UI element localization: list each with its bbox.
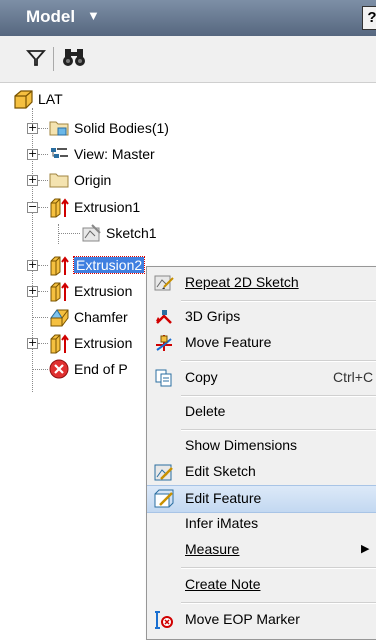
menu-separator	[181, 395, 376, 397]
context-menu: Repeat 2D Sketch 3D Grips Move Feature C…	[146, 266, 376, 640]
help-button[interactable]: ?	[362, 6, 376, 30]
extrusion-icon	[50, 198, 69, 218]
tree-connector	[38, 265, 48, 266]
tree-item-label-selected: Extrusion2	[72, 256, 146, 274]
tree-root[interactable]: LAT	[12, 88, 63, 110]
tree-connector	[38, 291, 48, 292]
view-rep-icon	[51, 148, 68, 158]
menu-item-label: Edit Feature	[185, 490, 262, 506]
menu-item-label: Repeat 2D Sketch	[185, 274, 299, 290]
browser-toolbar	[0, 36, 376, 83]
expand-toggle[interactable]: +	[27, 174, 38, 186]
tree-root-label: LAT	[38, 91, 63, 107]
tree-connector	[38, 154, 48, 155]
menu-separator	[181, 567, 376, 569]
menu-item-repeat-2d-sketch[interactable]: Repeat 2D Sketch	[147, 270, 376, 296]
tree-connector	[38, 207, 48, 208]
browser-header: Model ▼ ?	[0, 0, 376, 36]
menu-separator	[181, 602, 376, 604]
menu-item-label: Show Dimensions	[185, 437, 298, 453]
menu-item-label: Copy	[185, 369, 218, 385]
tree-item-label: End of P	[74, 361, 128, 377]
menu-item-edit-feature[interactable]: Edit Feature	[147, 485, 376, 513]
tree-connector	[38, 128, 48, 129]
submenu-arrow-icon: ▶	[361, 543, 370, 555]
filter-icon[interactable]	[26, 48, 46, 68]
tree-item-label: View: Master	[74, 146, 155, 162]
tree-item-solid-bodies[interactable]: Solid Bodies(1)	[48, 117, 169, 139]
menu-item-label: Infer iMates	[185, 515, 259, 531]
tree-item-label: Extrusion	[74, 335, 133, 351]
menu-item-infer-imates[interactable]: Infer iMates	[147, 511, 376, 537]
tree-item-extrusion2[interactable]: Extrusion2	[48, 254, 146, 276]
tree-connector	[32, 369, 48, 370]
menu-separator	[181, 300, 376, 302]
menu-separator	[181, 429, 376, 431]
menu-item-label: Delete	[185, 403, 226, 419]
extrusion-icon	[50, 282, 69, 302]
menu-item-label: Create Note	[185, 576, 261, 592]
model-dropdown-label[interactable]: Model	[26, 7, 75, 27]
tree-item-extrusion4[interactable]: Extrusion	[48, 332, 132, 354]
menu-item-show-dimensions[interactable]: Show Dimensions	[147, 433, 376, 459]
menu-item-label: Measure	[185, 541, 240, 557]
tree-item-chamfer[interactable]: Chamfer	[48, 306, 128, 328]
copy-icon	[155, 369, 172, 387]
sketch-icon	[154, 275, 174, 291]
menu-item-3d-grips[interactable]: 3D Grips	[147, 304, 376, 330]
toolbar-divider	[53, 47, 54, 71]
sketch-icon	[82, 224, 101, 242]
menu-item-label: 3D Grips	[185, 308, 241, 324]
grips-icon	[156, 310, 172, 324]
solid-bodies-folder-icon	[49, 121, 69, 136]
tree-item-origin[interactable]: Origin	[48, 169, 111, 191]
tree-connector	[58, 233, 80, 234]
tree-item-label: Chamfer	[74, 309, 128, 325]
menu-item-create-note[interactable]: Create Note	[147, 572, 376, 598]
extrusion-icon	[50, 256, 69, 276]
tree-connector	[32, 317, 48, 318]
menu-item-copy[interactable]: Copy Ctrl+C	[147, 365, 376, 391]
tree-connector	[38, 343, 48, 344]
menu-item-label: Move EOP Marker	[185, 611, 300, 627]
tree-item-extrusion1[interactable]: Extrusion1	[48, 196, 140, 218]
move-feature-icon	[156, 335, 172, 351]
tree-item-label: Solid Bodies(1)	[74, 120, 169, 136]
menu-item-label: Edit Sketch	[185, 463, 256, 479]
tree-item-label: Sketch1	[106, 225, 157, 241]
menu-item-label: Move Feature	[185, 334, 272, 350]
menu-item-edit-sketch[interactable]: Edit Sketch	[147, 459, 376, 485]
end-of-part-icon	[49, 359, 69, 379]
edit-feature-icon	[154, 489, 174, 508]
extrusion-icon	[50, 334, 69, 354]
eop-marker-icon	[155, 611, 173, 629]
tree-item-sketch1[interactable]: Sketch1	[80, 222, 157, 244]
tree-connector	[38, 180, 48, 181]
tree-item-label: Origin	[74, 172, 112, 188]
expand-toggle[interactable]: +	[27, 148, 38, 160]
tree-branch-line	[58, 224, 59, 244]
part-icon	[14, 90, 33, 109]
find-binoculars-icon[interactable]	[62, 46, 86, 68]
expand-toggle[interactable]: +	[27, 259, 38, 271]
menu-item-measure[interactable]: Measure ▶	[147, 537, 376, 563]
menu-item-move-eop-marker[interactable]: Move EOP Marker	[147, 607, 376, 633]
expand-toggle[interactable]: +	[27, 285, 38, 297]
origin-folder-icon	[49, 173, 69, 188]
menu-separator	[181, 360, 376, 362]
menu-item-delete[interactable]: Delete	[147, 399, 376, 425]
expand-toggle[interactable]: +	[27, 122, 38, 134]
tree-item-label: Extrusion1	[74, 199, 141, 215]
tree-item-end-of-part[interactable]: End of P	[48, 358, 128, 380]
tree-item-extrusion3[interactable]: Extrusion	[48, 280, 132, 302]
tree-item-label: Extrusion	[74, 283, 133, 299]
menu-item-shortcut: Ctrl+C	[333, 369, 374, 385]
tree-item-view-master[interactable]: View: Master	[48, 143, 155, 165]
expand-toggle[interactable]: +	[27, 337, 38, 349]
chamfer-icon	[50, 309, 69, 327]
dropdown-caret-icon[interactable]: ▼	[87, 8, 100, 23]
collapse-toggle[interactable]: −	[27, 201, 38, 213]
edit-sketch-icon	[154, 464, 173, 481]
menu-item-move-feature[interactable]: Move Feature	[147, 330, 376, 356]
